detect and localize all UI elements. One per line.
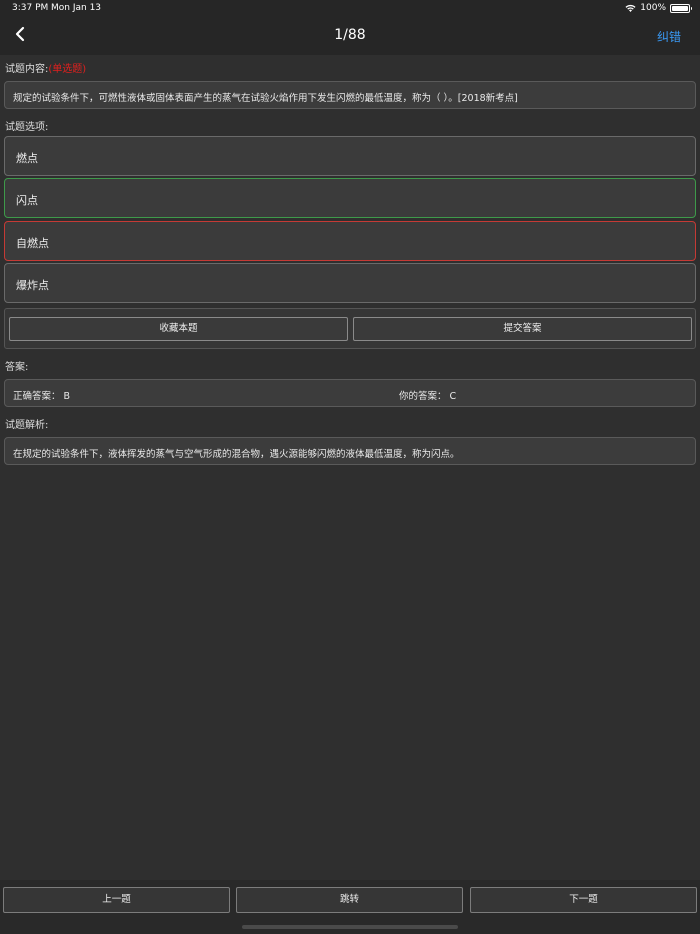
- favorite-button[interactable]: 收藏本题: [9, 317, 348, 341]
- options-label: 试题选项:: [5, 122, 49, 133]
- question-type-tag: (单选题): [48, 64, 87, 75]
- next-question-button[interactable]: 下一题: [470, 887, 697, 913]
- your-answer: 你的答案： C: [399, 391, 457, 402]
- answer-label: 答案:: [5, 362, 29, 373]
- option-b[interactable]: 闪点: [4, 178, 696, 218]
- page-title: 1/88: [334, 27, 366, 43]
- report-error-button[interactable]: 纠错: [657, 28, 681, 45]
- question-label: 试题内容:: [5, 64, 49, 75]
- question-text: 规定的试验条件下，可燃性液体或固体表面产生的蒸气在试验火焰作用下发生闪燃的最低温…: [4, 81, 696, 109]
- wifi-icon: [625, 4, 636, 13]
- submit-answer-button[interactable]: 提交答案: [353, 317, 692, 341]
- correct-answer: 正确答案： B: [13, 391, 71, 402]
- action-panel: 收藏本题 提交答案: [4, 308, 696, 349]
- jump-button[interactable]: 跳转: [236, 887, 463, 913]
- bottom-bar: 上一题 跳转 下一题: [0, 880, 700, 934]
- status-right: 100%: [625, 3, 692, 13]
- battery-fill: [672, 5, 688, 11]
- home-indicator: [242, 925, 458, 929]
- battery-icon: [670, 3, 692, 13]
- status-time: 3:37 PM: [12, 3, 49, 13]
- screen: 3:37 PM Mon Jan 13 100% 1/88 纠错 试题内容:(单选…: [0, 0, 700, 934]
- nav-bar: 1/88 纠错: [0, 18, 700, 55]
- analysis-text: 在规定的试验条件下，液体挥发的蒸气与空气形成的混合物，遇火源能够闪燃的液体最低温…: [4, 437, 696, 465]
- prev-question-button[interactable]: 上一题: [3, 887, 230, 913]
- option-d[interactable]: 爆炸点: [4, 263, 696, 303]
- option-a[interactable]: 燃点: [4, 136, 696, 176]
- status-date: Mon Jan 13: [51, 3, 102, 13]
- status-bar: 3:37 PM Mon Jan 13 100%: [0, 0, 700, 18]
- question-label-row: 试题内容:(单选题): [5, 60, 86, 75]
- battery-percent: 100%: [640, 3, 666, 13]
- analysis-label: 试题解析:: [5, 420, 49, 431]
- option-c[interactable]: 自燃点: [4, 221, 696, 261]
- answer-box: 正确答案： B 你的答案： C: [4, 379, 696, 407]
